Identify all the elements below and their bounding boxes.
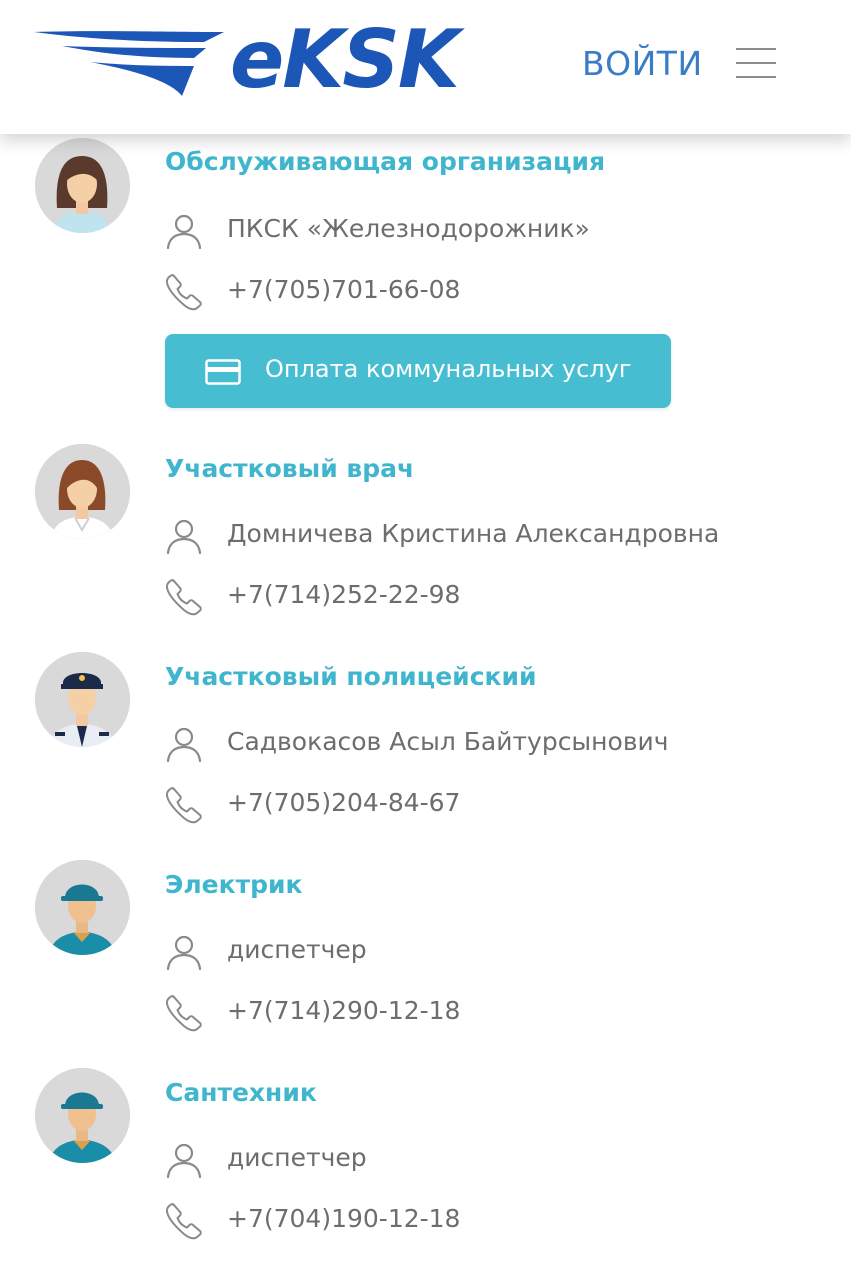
- police-avatar-icon: [35, 652, 130, 747]
- login-link[interactable]: ВОЙТИ: [582, 44, 703, 83]
- contact-name-row: диспетчер: [165, 1139, 825, 1179]
- contact-name: Садвокасов Асыл Байтурсынович: [227, 727, 669, 756]
- phone-icon: [165, 273, 203, 311]
- contact-phone-row[interactable]: +7(714)290-12-18: [165, 992, 825, 1032]
- contact-phone[interactable]: +7(705)204-84-67: [227, 788, 460, 817]
- contact-phone[interactable]: +7(704)190-12-18: [227, 1204, 460, 1233]
- top-header: eKSK ВОЙТИ: [0, 0, 851, 134]
- contact-name: диспетчер: [227, 935, 367, 964]
- contact-phone-row[interactable]: +7(705)701-66-08: [165, 271, 825, 311]
- phone-icon: [165, 1202, 203, 1240]
- phone-icon: [165, 994, 203, 1032]
- pay-utilities-button[interactable]: Оплата коммунальных услуг: [165, 334, 671, 408]
- contact-phone[interactable]: +7(705)701-66-08: [227, 275, 460, 304]
- contact-phone-row[interactable]: +7(704)190-12-18: [165, 1200, 825, 1240]
- user-icon: [165, 517, 203, 555]
- ekSK-logo[interactable]: eKSK: [34, 20, 464, 102]
- logo-wings-icon: [34, 31, 224, 96]
- user-icon: [165, 212, 203, 250]
- contact-name-row: Садвокасов Асыл Байтурсынович: [165, 723, 825, 763]
- menu-icon[interactable]: [736, 48, 776, 78]
- contact-title: Участковый полицейский: [165, 662, 537, 691]
- contact-phone-row[interactable]: +7(714)252-22-98: [165, 576, 825, 616]
- pay-utilities-label: Оплата коммунальных услуг: [265, 355, 632, 383]
- phone-icon: [165, 578, 203, 616]
- contact-name-row: диспетчер: [165, 931, 825, 971]
- contact-phone[interactable]: +7(714)252-22-98: [227, 580, 460, 609]
- woman-avatar-icon: [35, 138, 130, 233]
- contact-name: Домничева Кристина Александровна: [227, 519, 720, 548]
- contact-phone-row[interactable]: +7(705)204-84-67: [165, 784, 825, 824]
- credit-card-icon: [205, 359, 241, 385]
- plumber-avatar-icon: [35, 1068, 130, 1163]
- user-icon: [165, 725, 203, 763]
- contact-title: Сантехник: [165, 1078, 317, 1107]
- contact-name: диспетчер: [227, 1143, 367, 1172]
- logo-text: eKSK: [230, 13, 460, 106]
- contact-title: Электрик: [165, 870, 303, 899]
- doctor-avatar-icon: [35, 444, 130, 539]
- contact-name: ПКСК «Железнодорожник»: [227, 214, 590, 243]
- contact-name-row: ПКСК «Железнодорожник»: [165, 210, 825, 250]
- phone-icon: [165, 786, 203, 824]
- contact-title: Участковый врач: [165, 454, 415, 483]
- contact-title: Обслуживающая организация: [165, 147, 606, 176]
- user-icon: [165, 933, 203, 971]
- electrician-avatar-icon: [35, 860, 130, 955]
- contact-name-row: Домничева Кристина Александровна: [165, 515, 825, 555]
- user-icon: [165, 1141, 203, 1179]
- contact-phone[interactable]: +7(714)290-12-18: [227, 996, 460, 1025]
